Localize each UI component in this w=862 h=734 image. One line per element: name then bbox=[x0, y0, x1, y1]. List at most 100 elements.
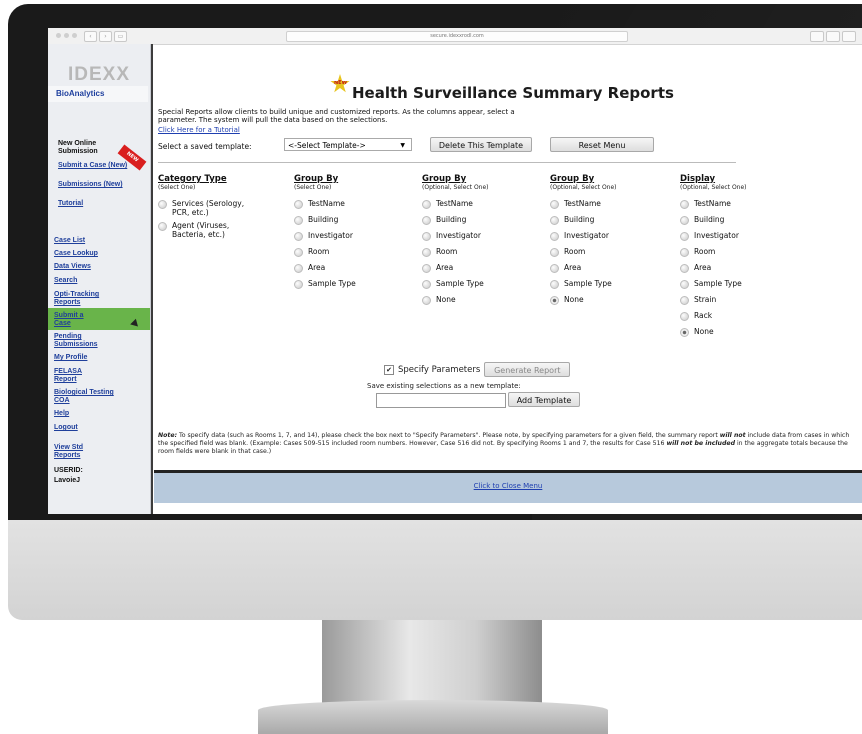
radio-button[interactable] bbox=[680, 232, 689, 241]
add-template-button[interactable]: Add Template bbox=[508, 392, 580, 407]
radio-button[interactable] bbox=[680, 296, 689, 305]
zoom-dot[interactable] bbox=[72, 33, 77, 38]
radio-button[interactable] bbox=[680, 216, 689, 225]
option-label: Strain bbox=[694, 295, 717, 304]
radio-button[interactable] bbox=[550, 248, 559, 257]
specify-parameters-checkbox[interactable]: ✔ bbox=[384, 364, 394, 375]
tabs-icon[interactable] bbox=[842, 31, 856, 42]
sidebar-item-submit-case[interactable]: Submit a Case bbox=[54, 312, 94, 328]
radio-option[interactable]: Investigator bbox=[294, 231, 418, 247]
close-dot[interactable] bbox=[56, 33, 61, 38]
radio-option[interactable]: Building bbox=[550, 215, 674, 231]
radio-button[interactable] bbox=[550, 216, 559, 225]
radio-button[interactable] bbox=[294, 232, 303, 241]
template-select[interactable]: <-Select Template-> ▼ bbox=[284, 138, 412, 151]
radio-option[interactable]: Strain bbox=[680, 295, 804, 311]
radio-option[interactable]: Agent (Viruses, Bacteria, etc.) bbox=[158, 221, 262, 243]
reset-menu-button[interactable]: Reset Menu bbox=[550, 137, 654, 152]
sidebar-toggle-icon[interactable]: ▭ bbox=[114, 31, 127, 42]
monitor-chin bbox=[8, 520, 862, 620]
sidebar-item-tutorial[interactable]: Tutorial bbox=[58, 200, 83, 208]
sidebar-item-case-list[interactable]: Case List bbox=[54, 237, 85, 245]
radio-button[interactable] bbox=[550, 280, 559, 289]
radio-option[interactable]: None bbox=[422, 295, 546, 311]
forward-icon[interactable]: › bbox=[99, 31, 112, 42]
sidebar-item-logout[interactable]: Logout bbox=[54, 424, 78, 432]
radio-option[interactable]: TestName bbox=[680, 199, 804, 215]
share-icon[interactable] bbox=[826, 31, 840, 42]
radio-option[interactable]: Area bbox=[680, 263, 804, 279]
sidebar-item-pending-submissions[interactable]: Pending Submissions bbox=[54, 333, 124, 349]
delete-template-button[interactable]: Delete This Template bbox=[430, 137, 532, 152]
radio-option[interactable]: Sample Type bbox=[294, 279, 418, 295]
download-icon[interactable] bbox=[810, 31, 824, 42]
radio-button[interactable] bbox=[680, 312, 689, 321]
radio-button[interactable] bbox=[294, 200, 303, 209]
template-name-input[interactable] bbox=[376, 393, 506, 408]
radio-button[interactable] bbox=[550, 232, 559, 241]
generate-report-button[interactable]: Generate Report bbox=[484, 362, 571, 377]
sidebar-item-submit-case-new[interactable]: Submit a Case (New) bbox=[58, 162, 130, 170]
radio-button[interactable] bbox=[422, 296, 431, 305]
radio-button[interactable] bbox=[158, 200, 167, 209]
sidebar-item-view-std-reports[interactable]: View Std Reports bbox=[54, 444, 94, 460]
radio-button[interactable] bbox=[422, 200, 431, 209]
address-bar[interactable]: secure.idexxrodl.com bbox=[286, 31, 628, 42]
tutorial-link[interactable]: Click Here for a Tutorial bbox=[158, 126, 240, 134]
radio-option[interactable]: Investigator bbox=[680, 231, 804, 247]
radio-button[interactable] bbox=[550, 200, 559, 209]
sidebar-item-search[interactable]: Search bbox=[54, 277, 77, 285]
sidebar-item-help[interactable]: Help bbox=[54, 410, 69, 418]
radio-button-selected[interactable] bbox=[550, 296, 559, 305]
sidebar-item-opti-tracking-reports[interactable]: Opti-Tracking Reports bbox=[54, 291, 124, 307]
minimize-dot[interactable] bbox=[64, 33, 69, 38]
radio-button[interactable] bbox=[550, 264, 559, 273]
radio-option[interactable]: TestName bbox=[422, 199, 546, 215]
radio-button[interactable] bbox=[294, 264, 303, 273]
radio-option[interactable]: Investigator bbox=[422, 231, 546, 247]
radio-option[interactable]: Investigator bbox=[550, 231, 674, 247]
radio-button[interactable] bbox=[422, 232, 431, 241]
sidebar-item-submissions-new[interactable]: Submissions (New) bbox=[58, 181, 130, 189]
radio-option[interactable]: None bbox=[680, 327, 804, 343]
radio-option[interactable]: Room bbox=[550, 247, 674, 263]
radio-option[interactable]: None bbox=[550, 295, 674, 311]
sidebar-item-my-profile[interactable]: My Profile bbox=[54, 354, 87, 362]
radio-button[interactable] bbox=[422, 280, 431, 289]
radio-button[interactable] bbox=[294, 280, 303, 289]
sidebar-item-felasa-report[interactable]: FELASA Report bbox=[54, 368, 94, 384]
radio-button[interactable] bbox=[294, 216, 303, 225]
sidebar-item-biological-testing-coa[interactable]: Biological Testing COA bbox=[54, 389, 124, 405]
radio-option[interactable]: Building bbox=[294, 215, 418, 231]
sidebar-item-case-lookup[interactable]: Case Lookup bbox=[54, 250, 98, 258]
radio-option[interactable]: Room bbox=[680, 247, 804, 263]
radio-button[interactable] bbox=[294, 248, 303, 257]
radio-option[interactable]: Area bbox=[294, 263, 418, 279]
radio-button[interactable] bbox=[422, 216, 431, 225]
radio-option[interactable]: Room bbox=[294, 247, 418, 263]
radio-option[interactable]: Sample Type bbox=[550, 279, 674, 295]
radio-button[interactable] bbox=[158, 222, 167, 231]
radio-option[interactable]: TestName bbox=[294, 199, 418, 215]
radio-button[interactable] bbox=[680, 264, 689, 273]
radio-button[interactable] bbox=[680, 200, 689, 209]
radio-option[interactable]: TestName bbox=[550, 199, 674, 215]
radio-button[interactable] bbox=[422, 264, 431, 273]
radio-button-selected[interactable] bbox=[680, 328, 689, 337]
radio-button[interactable] bbox=[680, 280, 689, 289]
back-icon[interactable]: ‹ bbox=[84, 31, 97, 42]
sidebar-item-data-views[interactable]: Data Views bbox=[54, 263, 91, 271]
radio-button[interactable] bbox=[422, 248, 431, 257]
radio-option[interactable]: Room bbox=[422, 247, 546, 263]
radio-option[interactable]: Services (Serology, PCR, etc.) bbox=[158, 199, 262, 221]
close-menu-link[interactable]: Click to Close Menu bbox=[154, 482, 862, 490]
radio-option[interactable]: Building bbox=[422, 215, 546, 231]
radio-option[interactable]: Area bbox=[422, 263, 546, 279]
radio-option[interactable]: Sample Type bbox=[680, 279, 804, 295]
radio-option[interactable]: Area bbox=[550, 263, 674, 279]
radio-option[interactable]: Sample Type bbox=[422, 279, 546, 295]
radio-option[interactable]: Building bbox=[680, 215, 804, 231]
radio-button[interactable] bbox=[680, 248, 689, 257]
option-label: Investigator bbox=[308, 231, 353, 240]
radio-option[interactable]: Rack bbox=[680, 311, 804, 327]
